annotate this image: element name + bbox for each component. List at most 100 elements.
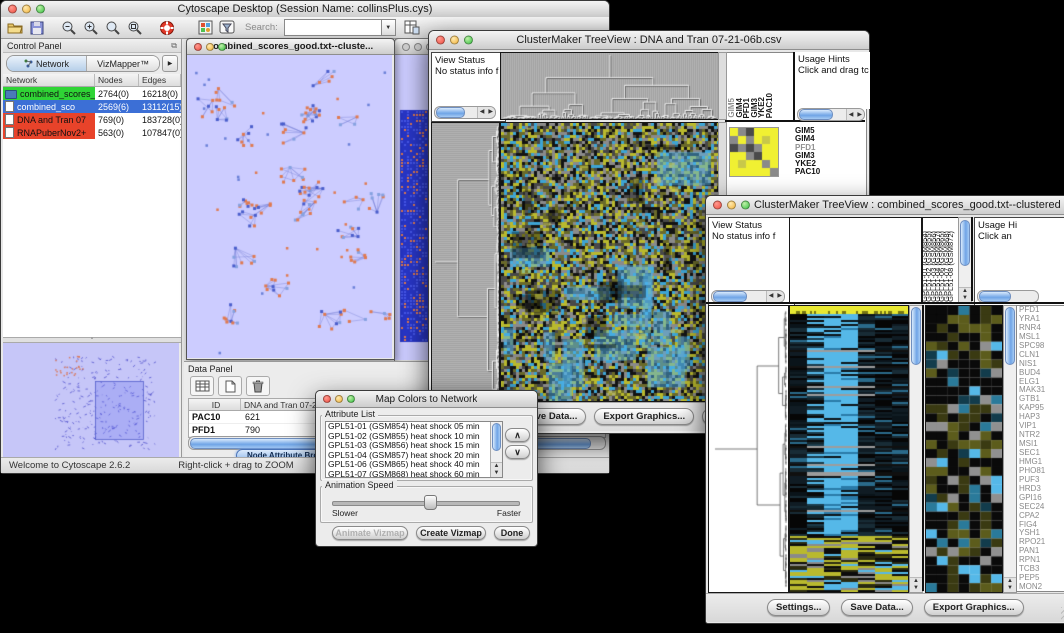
zoom-button[interactable]: [218, 43, 226, 51]
table-icon[interactable]: [402, 19, 422, 37]
cytoscape-titlebar[interactable]: Cytoscape Desktop (Session Name: collins…: [1, 1, 609, 18]
slower-label: Slower: [332, 508, 358, 518]
open-session-icon[interactable]: [5, 19, 25, 37]
treeview2-footer-button[interactable]: Export Graphics...: [924, 599, 1024, 616]
attribute-list-item[interactable]: GPL51-07 (GSM868) heat shock 60 min: [328, 470, 502, 478]
close-button[interactable]: [194, 43, 202, 51]
usage-hints-title: Usage Hints: [798, 54, 867, 65]
treeview2-buttons: Settings... Save Data... Export Graphics..…: [767, 599, 1035, 616]
search-input[interactable]: [284, 19, 382, 36]
network-row[interactable]: combined_scores_ 2764(0) 16218(0): [3, 87, 181, 100]
close-button[interactable]: [323, 395, 331, 403]
global-heatmap-canvas[interactable]: [789, 305, 909, 593]
zoom-fit-icon[interactable]: [103, 19, 123, 37]
network-row[interactable]: RNAPuberNov2+ 563(0) 107847(0): [3, 126, 181, 139]
minimize-button[interactable]: [450, 36, 459, 45]
save-session-icon[interactable]: [27, 19, 47, 37]
network-name: combined_scores_: [20, 89, 95, 99]
treeview1-titlebar[interactable]: ClusterMaker TreeView : DNA and Tran 07-…: [429, 31, 869, 50]
network-name: combined_sco: [17, 102, 75, 112]
minimize-button[interactable]: [414, 43, 422, 51]
minimize-button[interactable]: [727, 201, 736, 210]
minimize-button[interactable]: [22, 5, 31, 14]
treeview2-gene-list[interactable]: PFD1YRA1RNR4MSL1SPC98CLN1NIS1BUD4ELG1MAK…: [1016, 305, 1064, 592]
dialog-titlebar[interactable]: Map Colors to Network: [316, 391, 537, 408]
treeview2-titlebar[interactable]: ClusterMaker TreeView : combined_scores_…: [706, 196, 1064, 215]
close-button[interactable]: [436, 36, 445, 45]
new-attribute-icon[interactable]: [218, 376, 242, 396]
move-down-button[interactable]: ∨: [505, 445, 530, 459]
network-view-1-titlebar[interactable]: combined_scores_good.txt--cluste...: [187, 39, 394, 55]
network-type-icon: [5, 114, 14, 125]
tab-overflow-arrow[interactable]: ▶: [162, 55, 178, 72]
zoom-selected-icon[interactable]: [125, 19, 145, 37]
minimize-button[interactable]: [335, 395, 343, 403]
view-status-hscrollbar[interactable]: ◀▶: [434, 106, 496, 119]
tab-network[interactable]: Network: [7, 56, 86, 71]
zoom-button[interactable]: [36, 5, 45, 14]
move-up-button[interactable]: ∧: [505, 428, 530, 442]
treeview2-footer-button[interactable]: Save Data...: [841, 599, 912, 616]
map-colors-dialog: Map Colors to Network Attribute List GPL…: [315, 390, 538, 547]
column-label: GPL51-08 (GSM872): [949, 231, 953, 302]
usage-hints-hscrollbar[interactable]: ◀▶: [797, 108, 865, 121]
search-dropdown-arrow[interactable]: ▼: [382, 19, 396, 36]
column-scroll-strip[interactable]: [718, 52, 727, 120]
zoom-heatmap-canvas[interactable]: [925, 305, 1003, 593]
treeview1-gene-list[interactable]: GIM5GIM4PFD1GIM3YKE2PAC10: [795, 127, 839, 179]
treeview2-footer-button[interactable]: Settings...: [767, 599, 830, 616]
minimize-button[interactable]: [206, 43, 214, 51]
attribute-list-vscrollbar[interactable]: ▲▼: [490, 422, 502, 477]
done-button[interactable]: Done: [494, 526, 530, 540]
create-vizmap-button[interactable]: Create Vizmap: [416, 526, 486, 540]
network-row[interactable]: combined_sco 2569(6) 13112(15): [3, 100, 181, 113]
column-dendrogram-area[interactable]: [789, 217, 922, 303]
speed-slider[interactable]: [332, 495, 520, 509]
correlation-mini-heatmap[interactable]: [729, 127, 779, 177]
status-hint-zoom: Right-click + drag to ZOOM: [178, 460, 293, 471]
help-icon[interactable]: [157, 19, 177, 37]
close-button[interactable]: [713, 201, 722, 210]
network-row[interactable]: DNA and Tran 07 769(0) 183728(0): [3, 113, 181, 126]
select-attributes-icon[interactable]: [190, 376, 214, 396]
network-type-icon: [5, 90, 17, 99]
filter-icon[interactable]: [217, 19, 237, 37]
zoom-button[interactable]: [741, 201, 750, 210]
network-nodes: 2764(0): [95, 89, 139, 99]
column-dendrogram-canvas[interactable]: [500, 52, 720, 120]
attribute-id: PFD1: [189, 425, 241, 435]
network-canvas-1[interactable]: [187, 55, 392, 358]
row-dendrogram-canvas[interactable]: [708, 305, 789, 593]
control-panel-title: Control Panel: [7, 41, 62, 51]
heatmap-canvas[interactable]: [500, 122, 720, 402]
zoom-out-icon[interactable]: [59, 19, 79, 37]
row-dendrogram-canvas[interactable]: [431, 122, 500, 402]
treeview2-usage-hints: Usage Hi Click an: [974, 217, 1064, 307]
treeview2-footer: Settings... Save Data... Export Graphics..…: [706, 593, 1064, 622]
column-labels-vscrollbar[interactable]: ▲▼: [958, 217, 972, 303]
slider-thumb[interactable]: [424, 495, 437, 510]
column-label: PAC10: [766, 93, 774, 118]
delete-attribute-icon[interactable]: [246, 376, 270, 396]
network-overview-panel[interactable]: [3, 343, 181, 457]
treeview2-column-labels[interactable]: GPL51-01 (GSM854)GPL51-02 (GSM855)GPL51-…: [922, 217, 959, 303]
desktop: Cytoscape Desktop (Session Name: collins…: [0, 0, 1064, 633]
float-panel-icon[interactable]: ⧉: [171, 41, 177, 51]
gene-label: MON2: [1019, 583, 1064, 592]
vizmapper-icon[interactable]: [195, 19, 215, 37]
global-heatmap-vscrollbar[interactable]: ▲▼: [909, 305, 923, 593]
animate-vizmap-button[interactable]: Animate Vizmap: [332, 526, 408, 540]
close-button[interactable]: [402, 43, 410, 51]
control-panel-tabbar: Network VizMapper™ ▶: [3, 53, 181, 74]
zoom-heatmap-vscrollbar[interactable]: ▲▼: [1003, 305, 1017, 593]
treeview1-column-labels[interactable]: GIM5GIM4PFD1GIM3YKE2PAC10: [728, 54, 776, 118]
attribute-listbox[interactable]: GPL51-01 (GSM854) heat shock 05 minGPL51…: [325, 421, 503, 478]
network-overview-canvas[interactable]: [3, 343, 179, 457]
status-welcome: Welcome to Cytoscape 2.6.2: [9, 460, 130, 471]
close-button[interactable]: [8, 5, 17, 14]
zoom-button[interactable]: [347, 395, 355, 403]
tab-vizmapper[interactable]: VizMapper™: [86, 56, 159, 71]
zoom-in-icon[interactable]: [81, 19, 101, 37]
zoom-button[interactable]: [464, 36, 473, 45]
treeview1-footer-button[interactable]: Export Graphics...: [594, 408, 694, 425]
